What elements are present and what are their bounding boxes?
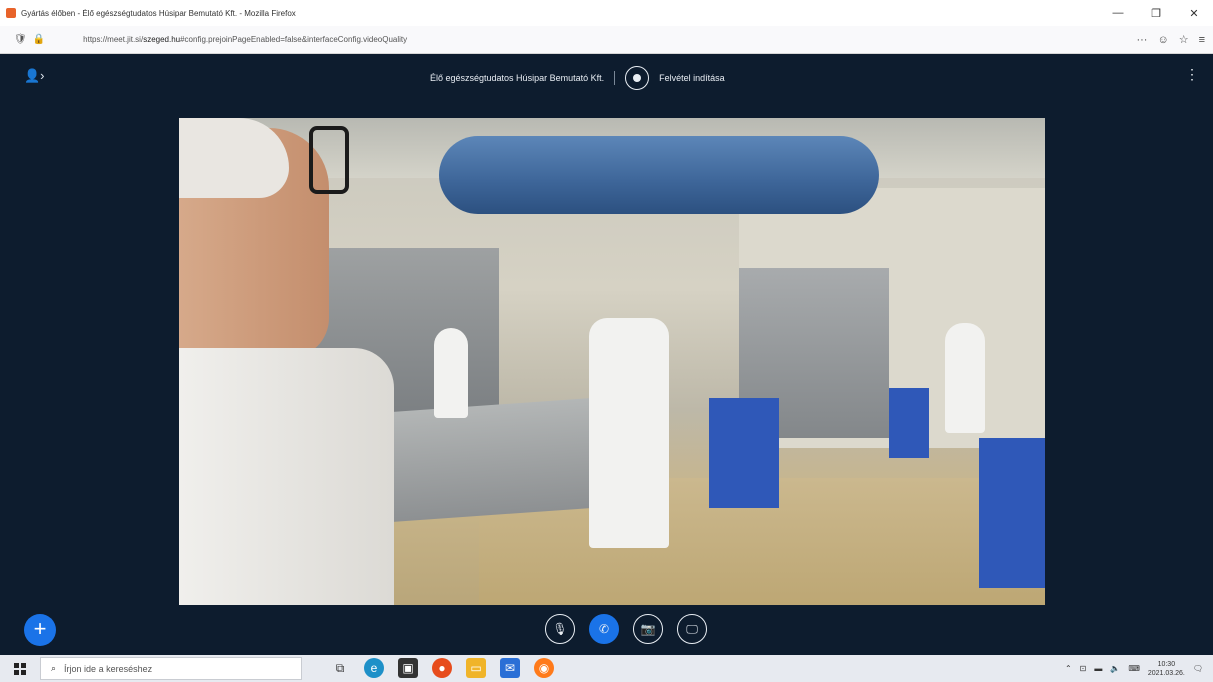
video-glasses: [309, 126, 349, 194]
volume-icon[interactable]: 🔈: [1110, 664, 1120, 673]
notifications-icon[interactable]: 🗨: [1193, 664, 1203, 673]
toolbar-right: ··· ☺ ☆ ≡: [1136, 26, 1205, 53]
taskbar-apps: ⧉ e ▣ ● ▭ ✉ ◉: [330, 658, 554, 678]
meeting-header: 👤› Élő egészségtudatos Húsipar Bemutató …: [0, 54, 1213, 102]
tracking-shield-icon[interactable]: 🛡: [14, 34, 27, 45]
meeting-title: Élő egészségtudatos Húsipar Bemutató Kft…: [430, 73, 605, 83]
url-field[interactable]: https://meet.jit.si/szeged.hu#config.pre…: [83, 35, 407, 44]
file-explorer-icon[interactable]: ▭: [466, 658, 486, 678]
edge-icon[interactable]: e: [364, 658, 384, 678]
divider: [614, 71, 616, 85]
task-view-icon[interactable]: ⧉: [330, 658, 350, 678]
hangup-button[interactable]: ✆: [589, 614, 619, 644]
video-worker: [589, 318, 669, 548]
mail-icon[interactable]: ✉: [500, 658, 520, 678]
url-domain: szeged.hu: [143, 35, 181, 44]
firefox-taskbar-icon[interactable]: ◉: [534, 658, 554, 678]
clock[interactable]: 10:30 2021.03.26.: [1148, 660, 1185, 678]
window-title: Gyártás élőben - Élő egészségtudatos Hús…: [21, 8, 296, 18]
url-prefix: https://meet.jit.si/: [83, 35, 144, 44]
search-icon: ⌕: [51, 663, 57, 673]
window-controls: — ❐ ✕: [1099, 0, 1213, 26]
meeting-info: Élő egészségtudatos Húsipar Bemutató Kft…: [430, 64, 725, 92]
windows-taskbar: ⌕ Írjon ide a kereséshez ⧉ e ▣ ● ▭ ✉ ◉ ⌃…: [0, 655, 1213, 682]
bookmark-star-icon[interactable]: ☆: [1179, 33, 1189, 46]
clock-date: 2021.03.26.: [1147, 669, 1185, 677]
video-worker: [434, 328, 468, 418]
call-controls: 🎙 ✆ 📷 🖵: [545, 614, 707, 644]
office-icon[interactable]: ●: [432, 658, 452, 678]
close-button[interactable]: ✕: [1175, 0, 1213, 26]
windows-start-icon[interactable]: [14, 662, 26, 675]
video-blue-crate: [709, 398, 779, 508]
firefox-icon: [6, 8, 16, 18]
camera-toggle-button[interactable]: 📷: [633, 614, 663, 644]
video-lab-coat: [179, 348, 394, 605]
menu-icon[interactable]: ≡: [1199, 34, 1205, 46]
pocket-icon[interactable]: ☺: [1157, 34, 1168, 46]
video-worker: [945, 323, 985, 433]
taskbar-search[interactable]: ⌕ Írjon ide a kereséshez: [40, 657, 302, 680]
record-label[interactable]: Felvétel indítása: [659, 73, 725, 83]
screen-share-button[interactable]: 🖵: [677, 614, 707, 644]
video-foreground-person: [179, 118, 394, 605]
network-icon[interactable]: ⊡: [1080, 664, 1087, 673]
add-participant-button[interactable]: +: [24, 614, 56, 646]
show-hidden-icons-icon[interactable]: ⌃: [1065, 664, 1072, 673]
video-air-duct: [439, 136, 879, 214]
language-icon[interactable]: ⌨: [1128, 664, 1140, 673]
participants-icon[interactable]: 👤›: [24, 68, 45, 84]
record-icon[interactable]: [625, 66, 650, 90]
battery-icon[interactable]: ▬: [1094, 664, 1102, 673]
minimize-button[interactable]: —: [1099, 0, 1137, 26]
search-placeholder: Írjon ide a kereséshez: [64, 663, 153, 674]
address-bar: 🛡 🔒 https://meet.jit.si/szeged.hu#config…: [0, 26, 1213, 54]
lock-icon[interactable]: 🔒: [33, 34, 45, 45]
more-options-icon[interactable]: ⋮: [1185, 66, 1199, 83]
video-hairnet: [179, 118, 289, 198]
clock-time: 10:30: [1157, 660, 1176, 668]
mute-mic-button[interactable]: 🎙: [545, 614, 575, 644]
store-icon[interactable]: ▣: [398, 658, 418, 678]
browser-titlebar: Gyártás élőben - Élő egészségtudatos Hús…: [0, 0, 1213, 26]
system-tray: ⌃ ⊡ ▬ 🔈 ⌨ 10:30 2021.03.26. 🗨: [1065, 655, 1203, 682]
video-blue-crate: [979, 438, 1045, 588]
page-actions-icon[interactable]: ···: [1136, 34, 1147, 46]
video-blue-crate: [889, 388, 929, 458]
video-stream: [179, 118, 1045, 605]
maximize-button[interactable]: ❐: [1137, 0, 1175, 26]
url-rest: #config.prejoinPageEnabled=false&interfa…: [180, 35, 408, 44]
